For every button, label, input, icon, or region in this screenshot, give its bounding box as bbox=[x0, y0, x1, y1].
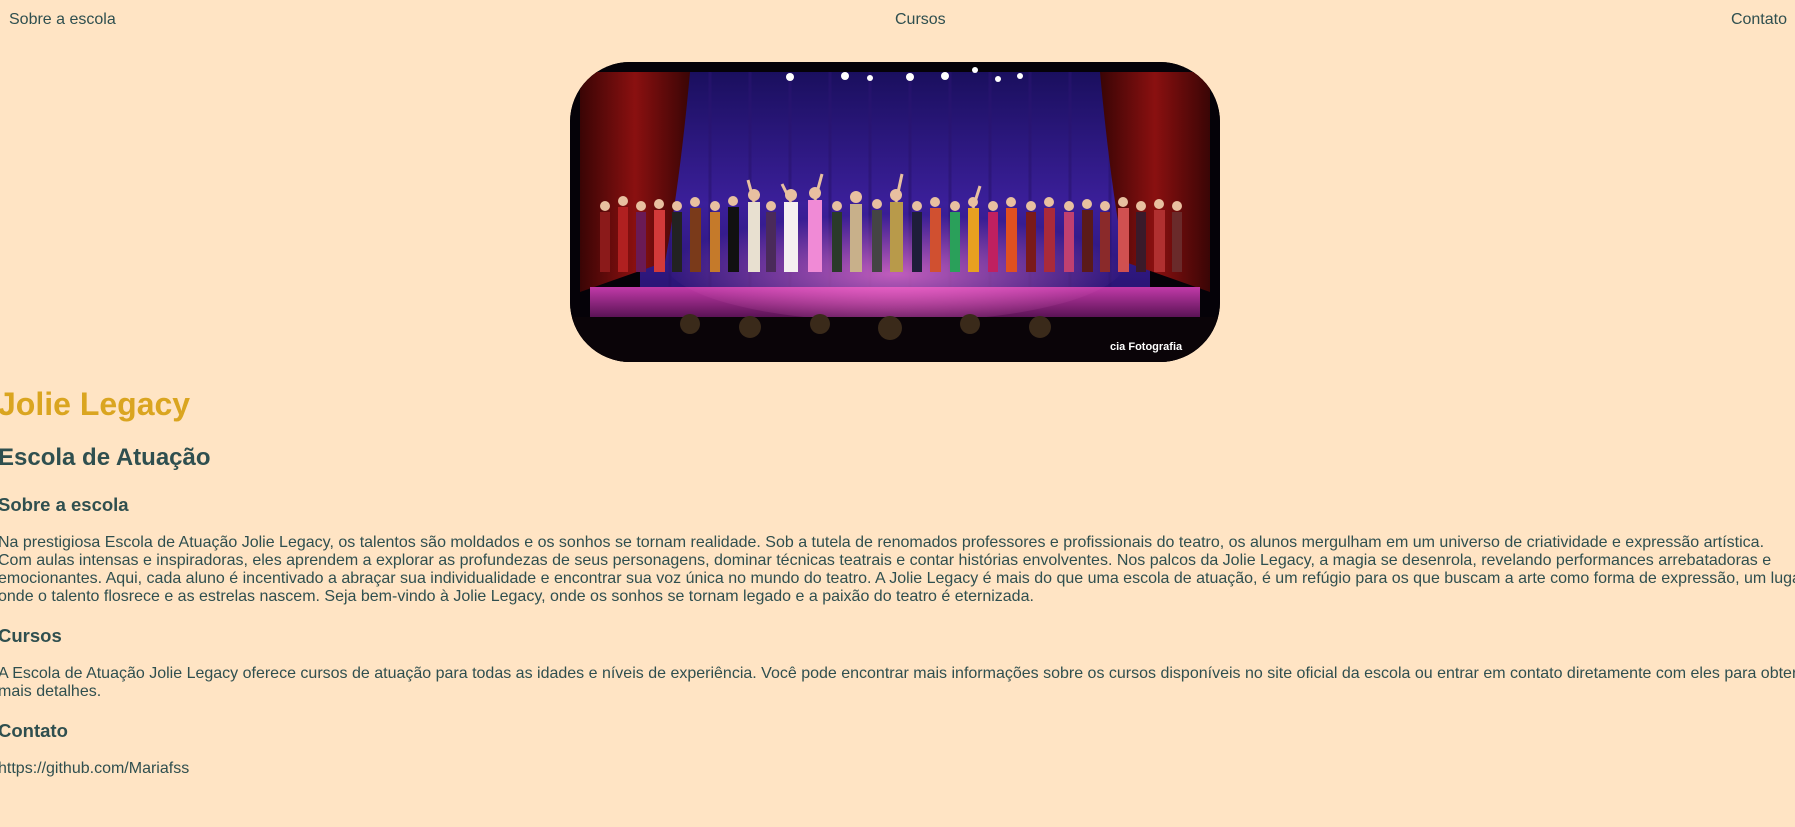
section-heading-sobre: Sobre a escola bbox=[0, 494, 129, 515]
section-text-cursos: A Escola de Atuação Jolie Legacy oferece… bbox=[0, 665, 1795, 701]
text-line: onde o talento flosrece e as estrelas na… bbox=[0, 588, 1034, 605]
stage-photo: cia Fotografia bbox=[570, 62, 1220, 362]
nav-link-sobre[interactable]: Sobre a escola bbox=[9, 11, 116, 29]
nav-link-contato[interactable]: Contato bbox=[1731, 11, 1787, 29]
section-heading-contato: Contato bbox=[0, 720, 68, 741]
page-title: Jolie Legacy bbox=[0, 386, 191, 422]
section-heading-cursos: Cursos bbox=[0, 625, 62, 646]
text-line: Com aulas intensas e inspiradoras, eles … bbox=[0, 552, 1772, 569]
nav-link-cursos[interactable]: Cursos bbox=[895, 11, 946, 29]
section-text-sobre: Na prestigiosa Escola de Atuação Jolie L… bbox=[0, 534, 1795, 606]
text-line: A Escola de Atuação Jolie Legacy oferece… bbox=[0, 665, 1795, 682]
text-line: Na prestigiosa Escola de Atuação Jolie L… bbox=[0, 534, 1765, 551]
hero-image: cia Fotografia bbox=[570, 62, 1220, 362]
text-line: emocionantes. Aqui, cada aluno é incenti… bbox=[0, 570, 1795, 587]
section-text-contato: https://github.com/Mariafss bbox=[0, 760, 1795, 778]
contact-link-text: https://github.com/Mariafss bbox=[0, 760, 190, 777]
top-nav: Sobre a escola Cursos Contato bbox=[0, 11, 1795, 31]
page-subtitle: Escola de Atuação bbox=[0, 444, 211, 471]
watermark: cia Fotografia bbox=[1110, 341, 1183, 353]
text-line: mais detalhes. bbox=[0, 683, 102, 700]
